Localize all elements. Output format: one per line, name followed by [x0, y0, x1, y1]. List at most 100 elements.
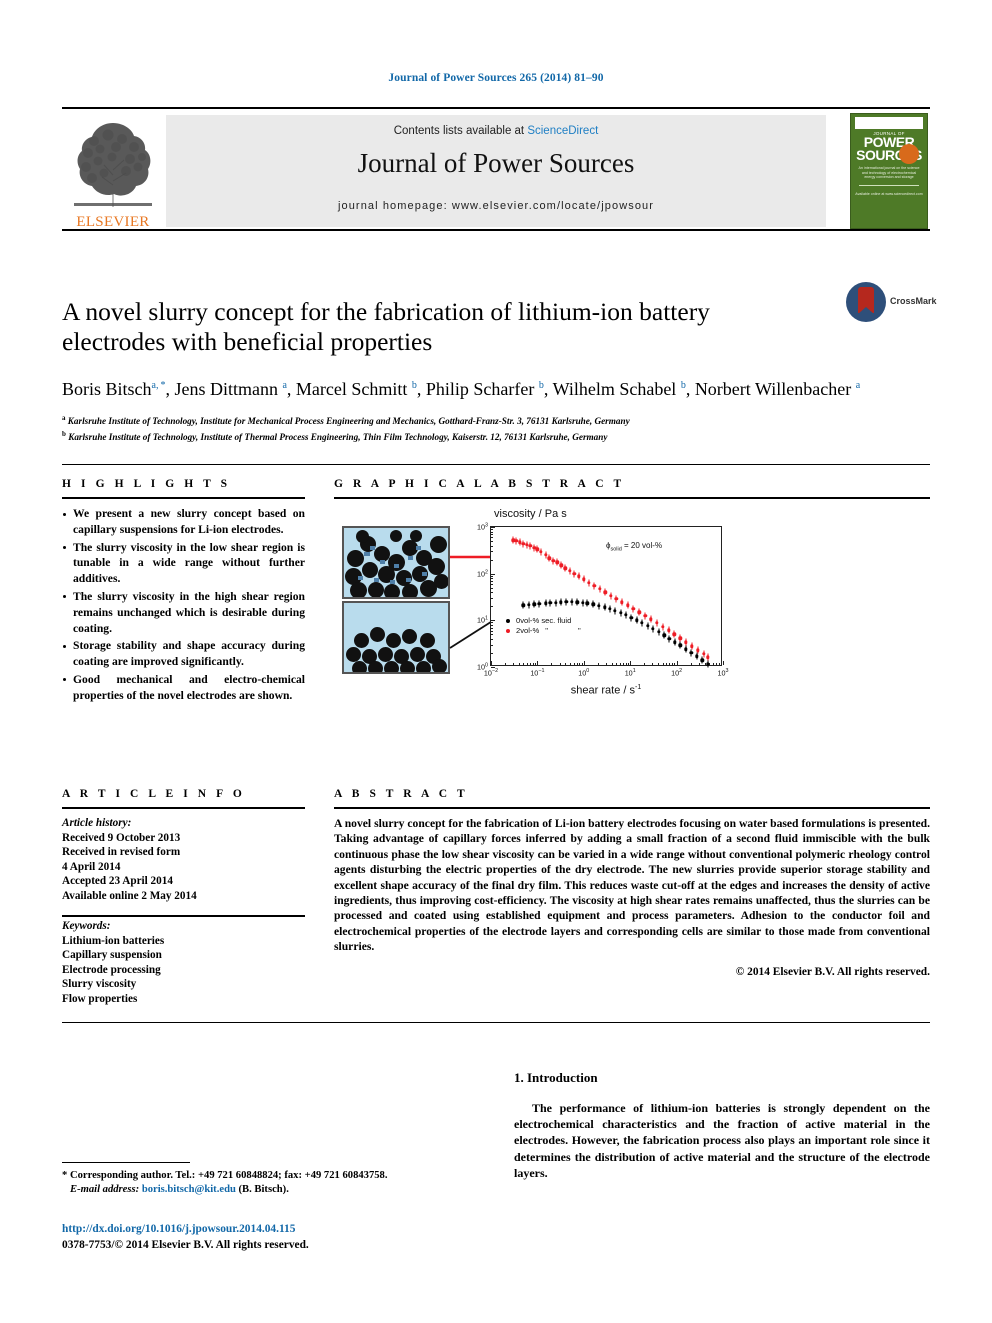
affiliation-b: b Karlsruhe Institute of Technology, Ins…: [62, 429, 608, 442]
data-point: [690, 644, 694, 648]
particle: [368, 582, 384, 597]
sciencedirect-link[interactable]: ScienceDirect: [527, 125, 598, 137]
affiliation-b-text: Karlsruhe Institute of Technology, Insti…: [68, 431, 608, 442]
x-minor-tick: [513, 663, 515, 665]
keyword-item: Capillary suspension: [62, 949, 162, 961]
list-item: We present a new slurry concept based on…: [62, 506, 305, 538]
email-link[interactable]: boris.bitsch@kit.edu: [142, 1184, 236, 1195]
data-point: [564, 600, 569, 604]
y-minor-tick: [491, 634, 493, 636]
y-minor-tick: [491, 559, 493, 561]
data-point: [702, 652, 706, 656]
keyword-item: Slurry viscosity: [62, 978, 137, 990]
data-point: [548, 601, 553, 605]
x-minor-tick: [576, 663, 578, 665]
list-item: The slurry viscosity in the high shear r…: [62, 589, 305, 636]
article-info-heading: A R T I C L E I N F O: [62, 788, 246, 800]
capillary-bridge: [370, 546, 375, 550]
legend-entry-1: 2vol-% " ": [506, 626, 595, 636]
abstract-heading: A B S T R A C T: [334, 788, 469, 800]
data-point: [656, 630, 661, 634]
masthead-center-panel: Contents lists available at ScienceDirec…: [166, 115, 826, 227]
data-point: [607, 607, 612, 611]
article-first-page: Journal of Power Sources 265 (2014) 81–9…: [0, 0, 992, 1323]
y-tick-mark: [491, 667, 495, 668]
particle: [384, 661, 399, 672]
data-point: [678, 643, 682, 648]
data-point: [660, 625, 665, 629]
y-tick-label: 101: [477, 615, 488, 626]
x-tick-label: 100: [578, 668, 590, 678]
data-point: [555, 560, 560, 565]
x-minor-tick: [712, 663, 714, 665]
x-minor-tick: [625, 663, 627, 665]
legend-label-1: 2vol-%: [516, 626, 540, 635]
data-point: [706, 655, 710, 660]
y-minor-tick: [491, 545, 493, 547]
x-minor-tick: [573, 663, 575, 665]
data-point: [559, 563, 564, 568]
particle: [347, 550, 364, 567]
data-point: [678, 636, 682, 641]
article-history-label: Article history:: [62, 817, 132, 829]
article-history-item: 4 April 2014: [62, 860, 121, 873]
data-point: [575, 600, 579, 604]
highlights-rule: [62, 497, 305, 499]
x-minor-tick: [652, 663, 654, 665]
schematic-panel-capillary: [342, 526, 450, 599]
data-point: [608, 593, 613, 598]
y-minor-tick: [491, 598, 493, 600]
capillary-bridge: [374, 578, 379, 582]
x-axis-label-text: shear rate / s: [570, 684, 635, 697]
particle: [384, 584, 400, 597]
email-label: E-mail address:: [70, 1184, 140, 1195]
data-point: [528, 544, 532, 548]
legend-ditto: " ": [545, 626, 595, 635]
x-minor-tick: [530, 663, 532, 665]
x-minor-tick: [523, 663, 525, 665]
crossmark-icon-notch: [858, 307, 874, 314]
data-point: [705, 662, 710, 666]
data-point: [597, 604, 601, 608]
doi-link[interactable]: http://dx.doi.org/10.1016/j.jpowsour.201…: [62, 1222, 295, 1237]
x-minor-tick: [597, 663, 599, 665]
particle: [350, 582, 367, 597]
keyword-item: Electrode processing: [62, 963, 161, 976]
data-point: [629, 615, 634, 620]
particle: [410, 647, 425, 662]
crossmark-icon: [846, 282, 886, 322]
list-item: Good mechanical and electro-chemical pro…: [62, 672, 305, 704]
running-head: Journal of Power Sources 265 (2014) 81–9…: [388, 72, 604, 84]
data-point: [637, 610, 641, 614]
particle: [362, 562, 378, 578]
particle: [356, 530, 369, 543]
cover-top-strip: [855, 117, 923, 129]
abstract-rule: [334, 807, 930, 809]
y-minor-tick: [491, 627, 493, 629]
keyword-item: Flow properties: [62, 992, 138, 1005]
journal-homepage[interactable]: journal homepage: www.elsevier.com/locat…: [166, 200, 826, 212]
x-minor-tick: [709, 663, 711, 665]
article-info-section: A R T I C L E I N F O Article history: R…: [62, 788, 305, 1006]
data-point: [613, 609, 617, 613]
capillary-bridge: [394, 564, 399, 568]
abstract-text: A novel slurry concept for the fabricati…: [334, 817, 930, 954]
cover-blurb: An international journal on the science …: [858, 166, 920, 180]
phi-subscript: solid: [610, 546, 622, 553]
article-history-item: Received in revised form: [62, 846, 181, 858]
data-point: [602, 605, 607, 610]
x-minor-tick: [690, 663, 692, 665]
footnote-block: * Corresponding author. Tel.: +49 721 60…: [62, 1162, 482, 1197]
capillary-bridge: [380, 560, 385, 564]
particle: [378, 647, 393, 662]
x-tick-mark: [537, 661, 539, 665]
x-minor-tick: [532, 663, 534, 665]
keywords-label: Keywords:: [62, 920, 111, 932]
y-minor-tick: [491, 534, 493, 536]
crossmark-badge[interactable]: CrossMark: [846, 282, 937, 324]
particle: [352, 661, 367, 672]
particle: [400, 661, 415, 672]
y-tick-mark: [491, 527, 495, 528]
list-item: Storage stability and shape accuracy dur…: [62, 638, 305, 670]
data-point: [700, 658, 704, 662]
